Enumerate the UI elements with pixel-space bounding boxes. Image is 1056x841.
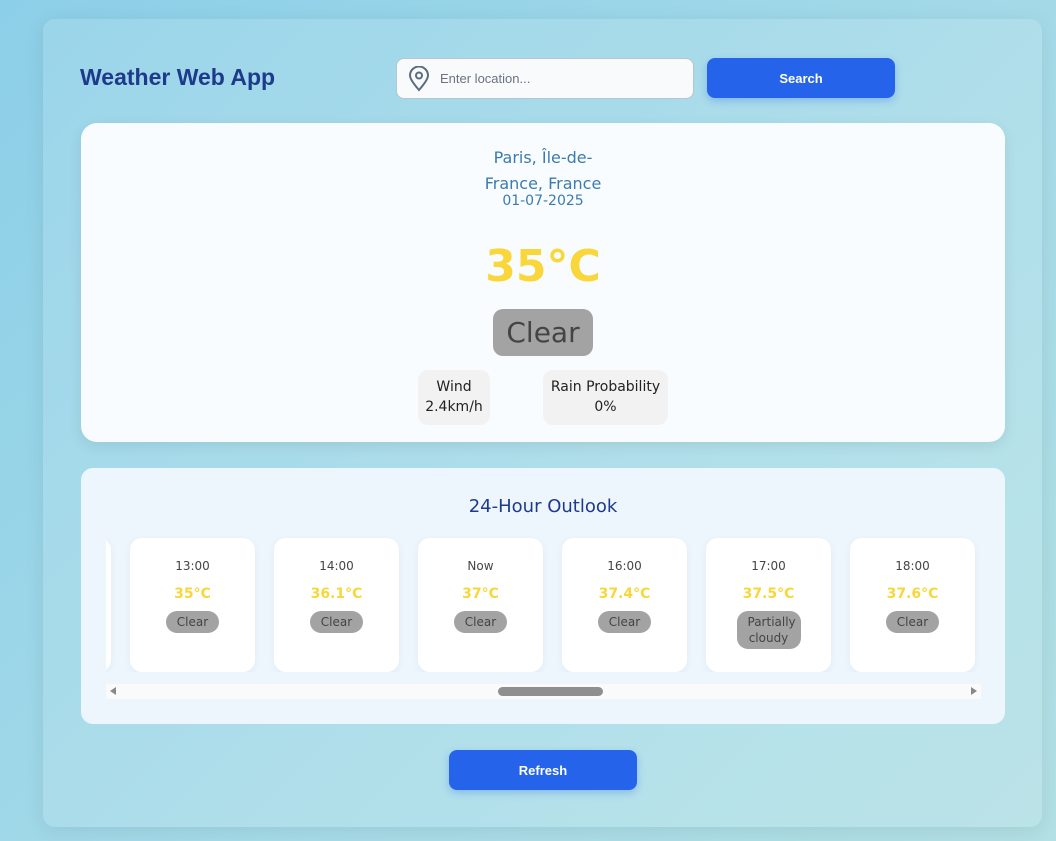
date: 01-07-2025 [502,193,584,209]
hour-card-partial [106,538,111,672]
hour-condition-badge: Clear [165,611,220,633]
hour-time: 14:00 [319,559,354,573]
scroll-left-arrow-icon[interactable] [110,687,116,695]
hour-card: 16:00 37.4°C Clear [562,538,687,672]
current-weather-card: Paris, Île-de-France, France 01-07-2025 … [81,123,1005,442]
hour-card: 17:00 37.5°C Partially cloudy [706,538,831,672]
app-title: Weather Web App [80,64,276,90]
horizontal-scrollbar[interactable] [106,684,981,699]
hour-temperature: 37.4°C [598,586,651,602]
hour-card: 18:00 37.6°C Clear [850,538,975,672]
hour-temperature: 35°C [174,586,211,602]
rain-label: Rain Probability [550,379,661,395]
rain-stat: Rain Probability 0% [543,370,668,425]
rain-value: 0% [594,399,617,415]
hour-condition-badge: Clear [453,611,508,633]
hour-time: 16:00 [607,559,642,573]
hour-card: Now 37°C Clear [418,538,543,672]
hour-card: 13:00 35°C Clear [130,538,255,672]
wind-label: Wind [436,379,472,395]
hour-temperature: 36.1°C [310,586,363,602]
location-search-field[interactable] [396,58,694,99]
hour-time: 13:00 [175,559,210,573]
location-input[interactable] [440,71,670,86]
hour-time: 17:00 [751,559,786,573]
hour-temperature: 37°C [462,586,499,602]
scrollbar-thumb[interactable] [498,687,603,696]
hour-condition-badge: Clear [885,611,940,633]
forecast-title: 24-Hour Outlook [468,496,618,517]
hour-temperature: 37.5°C [742,586,795,602]
wind-value: 2.4km/h [425,399,483,415]
search-button[interactable]: Search [707,58,895,98]
map-pin-icon [408,65,430,92]
hour-time: 18:00 [895,559,930,573]
current-temperature: 35°C [485,241,601,292]
hour-time: Now [467,559,494,573]
hour-condition-badge: Clear [597,611,652,633]
condition-badge: Clear [493,309,593,356]
hour-condition-badge: Partially cloudy [736,611,801,649]
hourly-scroller[interactable]: 13:00 35°C Clear 14:00 36.1°C Clear Now 37°C Cle… [106,534,981,672]
wind-stat: Wind 2.4km/h [418,370,490,425]
hour-condition-badge: Clear [309,611,364,633]
scroll-right-arrow-icon[interactable] [971,687,977,695]
hour-card: 14:00 36.1°C Clear [274,538,399,672]
refresh-button[interactable]: Refresh [449,750,637,790]
hour-temperature: 37.6°C [886,586,939,602]
hourly-forecast-panel: 24-Hour Outlook 13:00 35°C Clear 14:00 36.1°… [81,468,1005,724]
location-name: Paris, Île-de-France, France [484,148,602,193]
